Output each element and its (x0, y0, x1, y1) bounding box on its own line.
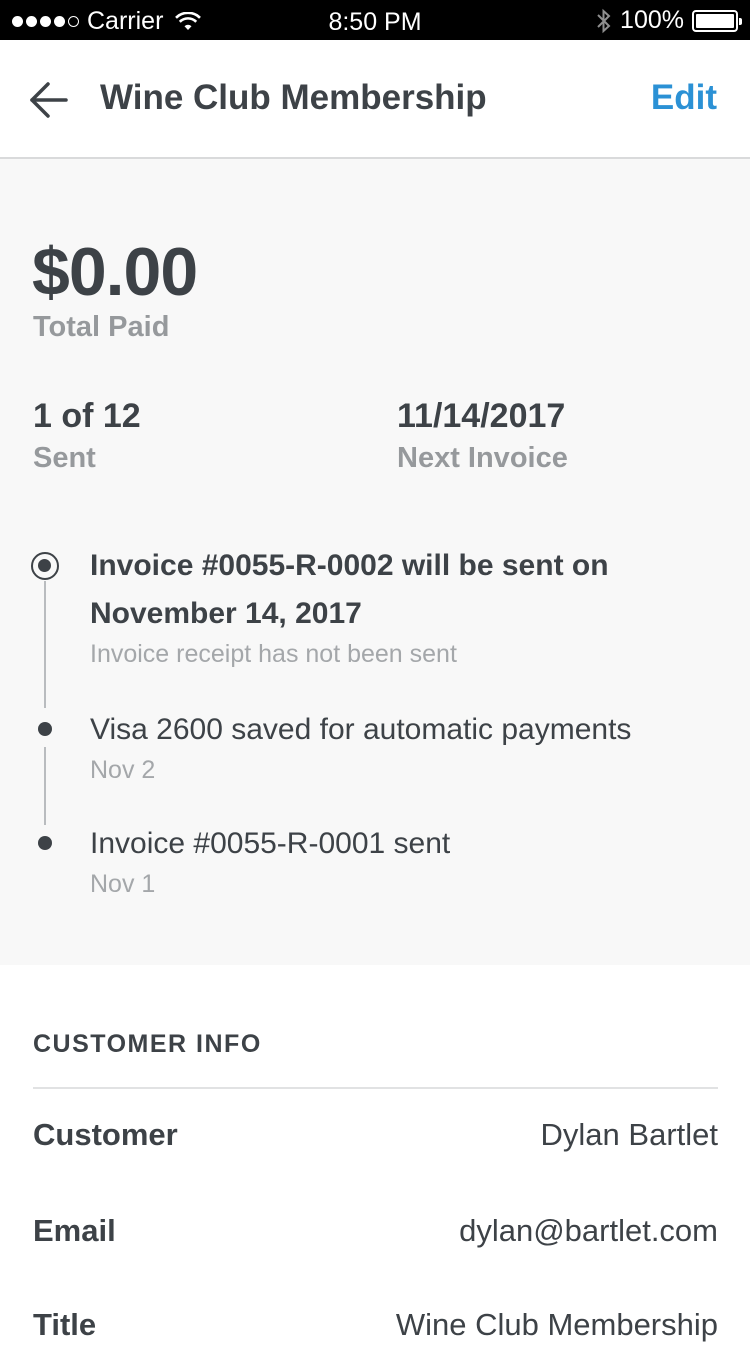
email-label: Email (33, 1213, 116, 1248)
timeline-item: Visa 2600 saved for automatic payments N… (90, 706, 710, 785)
customer-row[interactable]: Customer Dylan Bartlet (33, 1117, 718, 1167)
timeline-item-title: Invoice #0055-R-0001 sent (90, 827, 451, 860)
timeline-item: Invoice #0055-R-0001 sent Nov 1 (90, 820, 710, 899)
nav-bar: Wine Club Membership Edit (0, 40, 750, 159)
page-title: Wine Club Membership (100, 78, 487, 117)
email-row[interactable]: Email dylan@bartlet.com (33, 1213, 718, 1263)
total-paid-amount: $0.00 (32, 234, 198, 310)
next-invoice-label: Next Invoice (397, 442, 568, 474)
timeline-dot-icon (38, 836, 52, 850)
timeline-connector (44, 581, 46, 708)
timeline-item: Invoice #0055-R-0002 will be sent on Nov… (90, 542, 710, 669)
timeline-item-subtitle: Invoice receipt has not been sent (90, 640, 457, 668)
status-bar: Carrier 8:50 PM 100% (0, 0, 750, 40)
battery-icon (692, 9, 742, 32)
customer-info-header: CUSTOMER INFO (33, 1030, 262, 1058)
summary-panel: $0.00 Total Paid 1 of 12 Sent 11/14/2017… (0, 159, 750, 965)
timeline-item-title: Visa 2600 saved for automatic payments (90, 713, 632, 746)
customer-label: Customer (33, 1117, 178, 1152)
timeline-connector (44, 747, 46, 825)
sent-stat: 1 of 12 Sent (33, 397, 141, 475)
status-right: 100% (596, 6, 742, 35)
current-step-radio-icon (31, 552, 59, 580)
customer-value: Dylan Bartlet (540, 1117, 718, 1152)
next-invoice-value: 11/14/2017 (397, 397, 566, 435)
timeline-item-subtitle: Nov 2 (90, 756, 156, 784)
bluetooth-icon (597, 8, 611, 33)
timeline-item-title: Invoice #0055-R-0002 will be sent on (90, 549, 609, 582)
sent-label: Sent (33, 442, 96, 474)
title-value: Wine Club Membership (395, 1307, 718, 1342)
back-arrow-icon[interactable] (28, 78, 72, 122)
timeline-dot-icon (38, 722, 52, 736)
edit-button[interactable]: Edit (651, 78, 717, 118)
sent-value: 1 of 12 (33, 397, 141, 435)
battery-percent: 100% (620, 6, 684, 34)
email-value: dylan@bartlet.com (459, 1213, 718, 1248)
timeline-item-title: November 14, 2017 (90, 597, 362, 630)
total-paid-label: Total Paid (33, 311, 170, 343)
next-invoice-stat: 11/14/2017 Next Invoice (397, 397, 568, 475)
title-row[interactable]: Title Wine Club Membership (33, 1307, 718, 1357)
section-divider (33, 1087, 718, 1089)
timeline-item-subtitle: Nov 1 (90, 870, 156, 898)
title-label: Title (33, 1307, 97, 1342)
